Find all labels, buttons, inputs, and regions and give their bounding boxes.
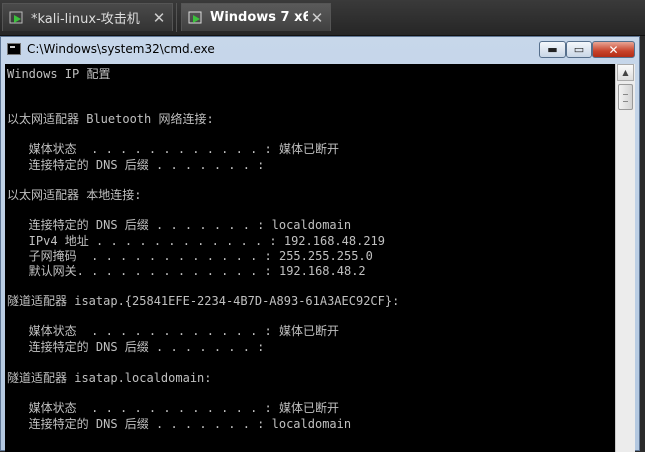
window-titlebar[interactable]: C:\Windows\system32\cmd.exe ▬ ▭ ✕: [1, 37, 639, 63]
console-line: Windows IP 配置: [7, 67, 111, 81]
cmd-window: C:\Windows\system32\cmd.exe ▬ ▭ ✕ Window…: [0, 36, 640, 452]
console-line: IPv4 地址 . . . . . . . . . . . . : 192.16…: [7, 234, 386, 248]
tab-divider: [176, 3, 177, 32]
tab-label: *kali-linux-攻击机: [31, 12, 140, 27]
vm-running-icon: [188, 10, 204, 26]
console-line: 媒体状态 . . . . . . . . . . . . : 媒体已断开: [7, 142, 339, 156]
cmd-icon[interactable]: [7, 43, 21, 55]
window-title: C:\Windows\system32\cmd.exe: [27, 42, 215, 56]
minimize-button[interactable]: ▬: [539, 41, 566, 58]
console-line: 连接特定的 DNS 后缀 . . . . . . . :: [7, 158, 265, 172]
close-icon[interactable]: ✕: [308, 9, 326, 27]
close-button[interactable]: ✕: [592, 41, 635, 58]
vm-running-icon: [9, 10, 25, 26]
scroll-up-button[interactable]: ▲: [617, 64, 634, 81]
console-line: 以太网适配器 本地连接:: [7, 188, 142, 202]
console-line: 以太网适配器 Bluetooth 网络连接:: [7, 112, 214, 126]
console-line: 连接特定的 DNS 后缀 . . . . . . . : localdomain: [7, 218, 352, 232]
vm-tab-bar: *kali-linux-攻击机 ✕ Windows 7 x64 ✕: [0, 0, 645, 36]
console-line: 子网掩码 . . . . . . . . . . . . : 255.255.2…: [7, 249, 373, 263]
console-line: 连接特定的 DNS 后缀 . . . . . . . : localdomain: [7, 417, 352, 431]
console-line: 隧道适配器 isatap.localdomain:: [7, 371, 212, 385]
vertical-scrollbar[interactable]: ▲: [615, 64, 635, 452]
console-output[interactable]: Windows IP 配置 以太网适配器 Bluetooth 网络连接: 媒体状…: [5, 64, 615, 452]
tab-windows-7-x64[interactable]: Windows 7 x64 ✕: [181, 3, 331, 31]
console-line: 连接特定的 DNS 后缀 . . . . . . . :: [7, 340, 265, 354]
maximize-button[interactable]: ▭: [566, 41, 592, 58]
close-icon[interactable]: ✕: [150, 9, 168, 27]
console-line: 媒体状态 . . . . . . . . . . . . : 媒体已断开: [7, 324, 339, 338]
console-line: 隧道适配器 isatap.{25841EFE-2234-4B7D-A893-61…: [7, 294, 400, 308]
tab-label: Windows 7 x64: [210, 10, 308, 25]
tab-kali-linux[interactable]: *kali-linux-攻击机 ✕: [2, 3, 173, 31]
scrollbar-thumb[interactable]: [618, 84, 633, 110]
console-line: 媒体状态 . . . . . . . . . . . . : 媒体已断开: [7, 401, 339, 415]
console-line: 默认网关. . . . . . . . . . . . . : 192.168.…: [7, 264, 366, 278]
